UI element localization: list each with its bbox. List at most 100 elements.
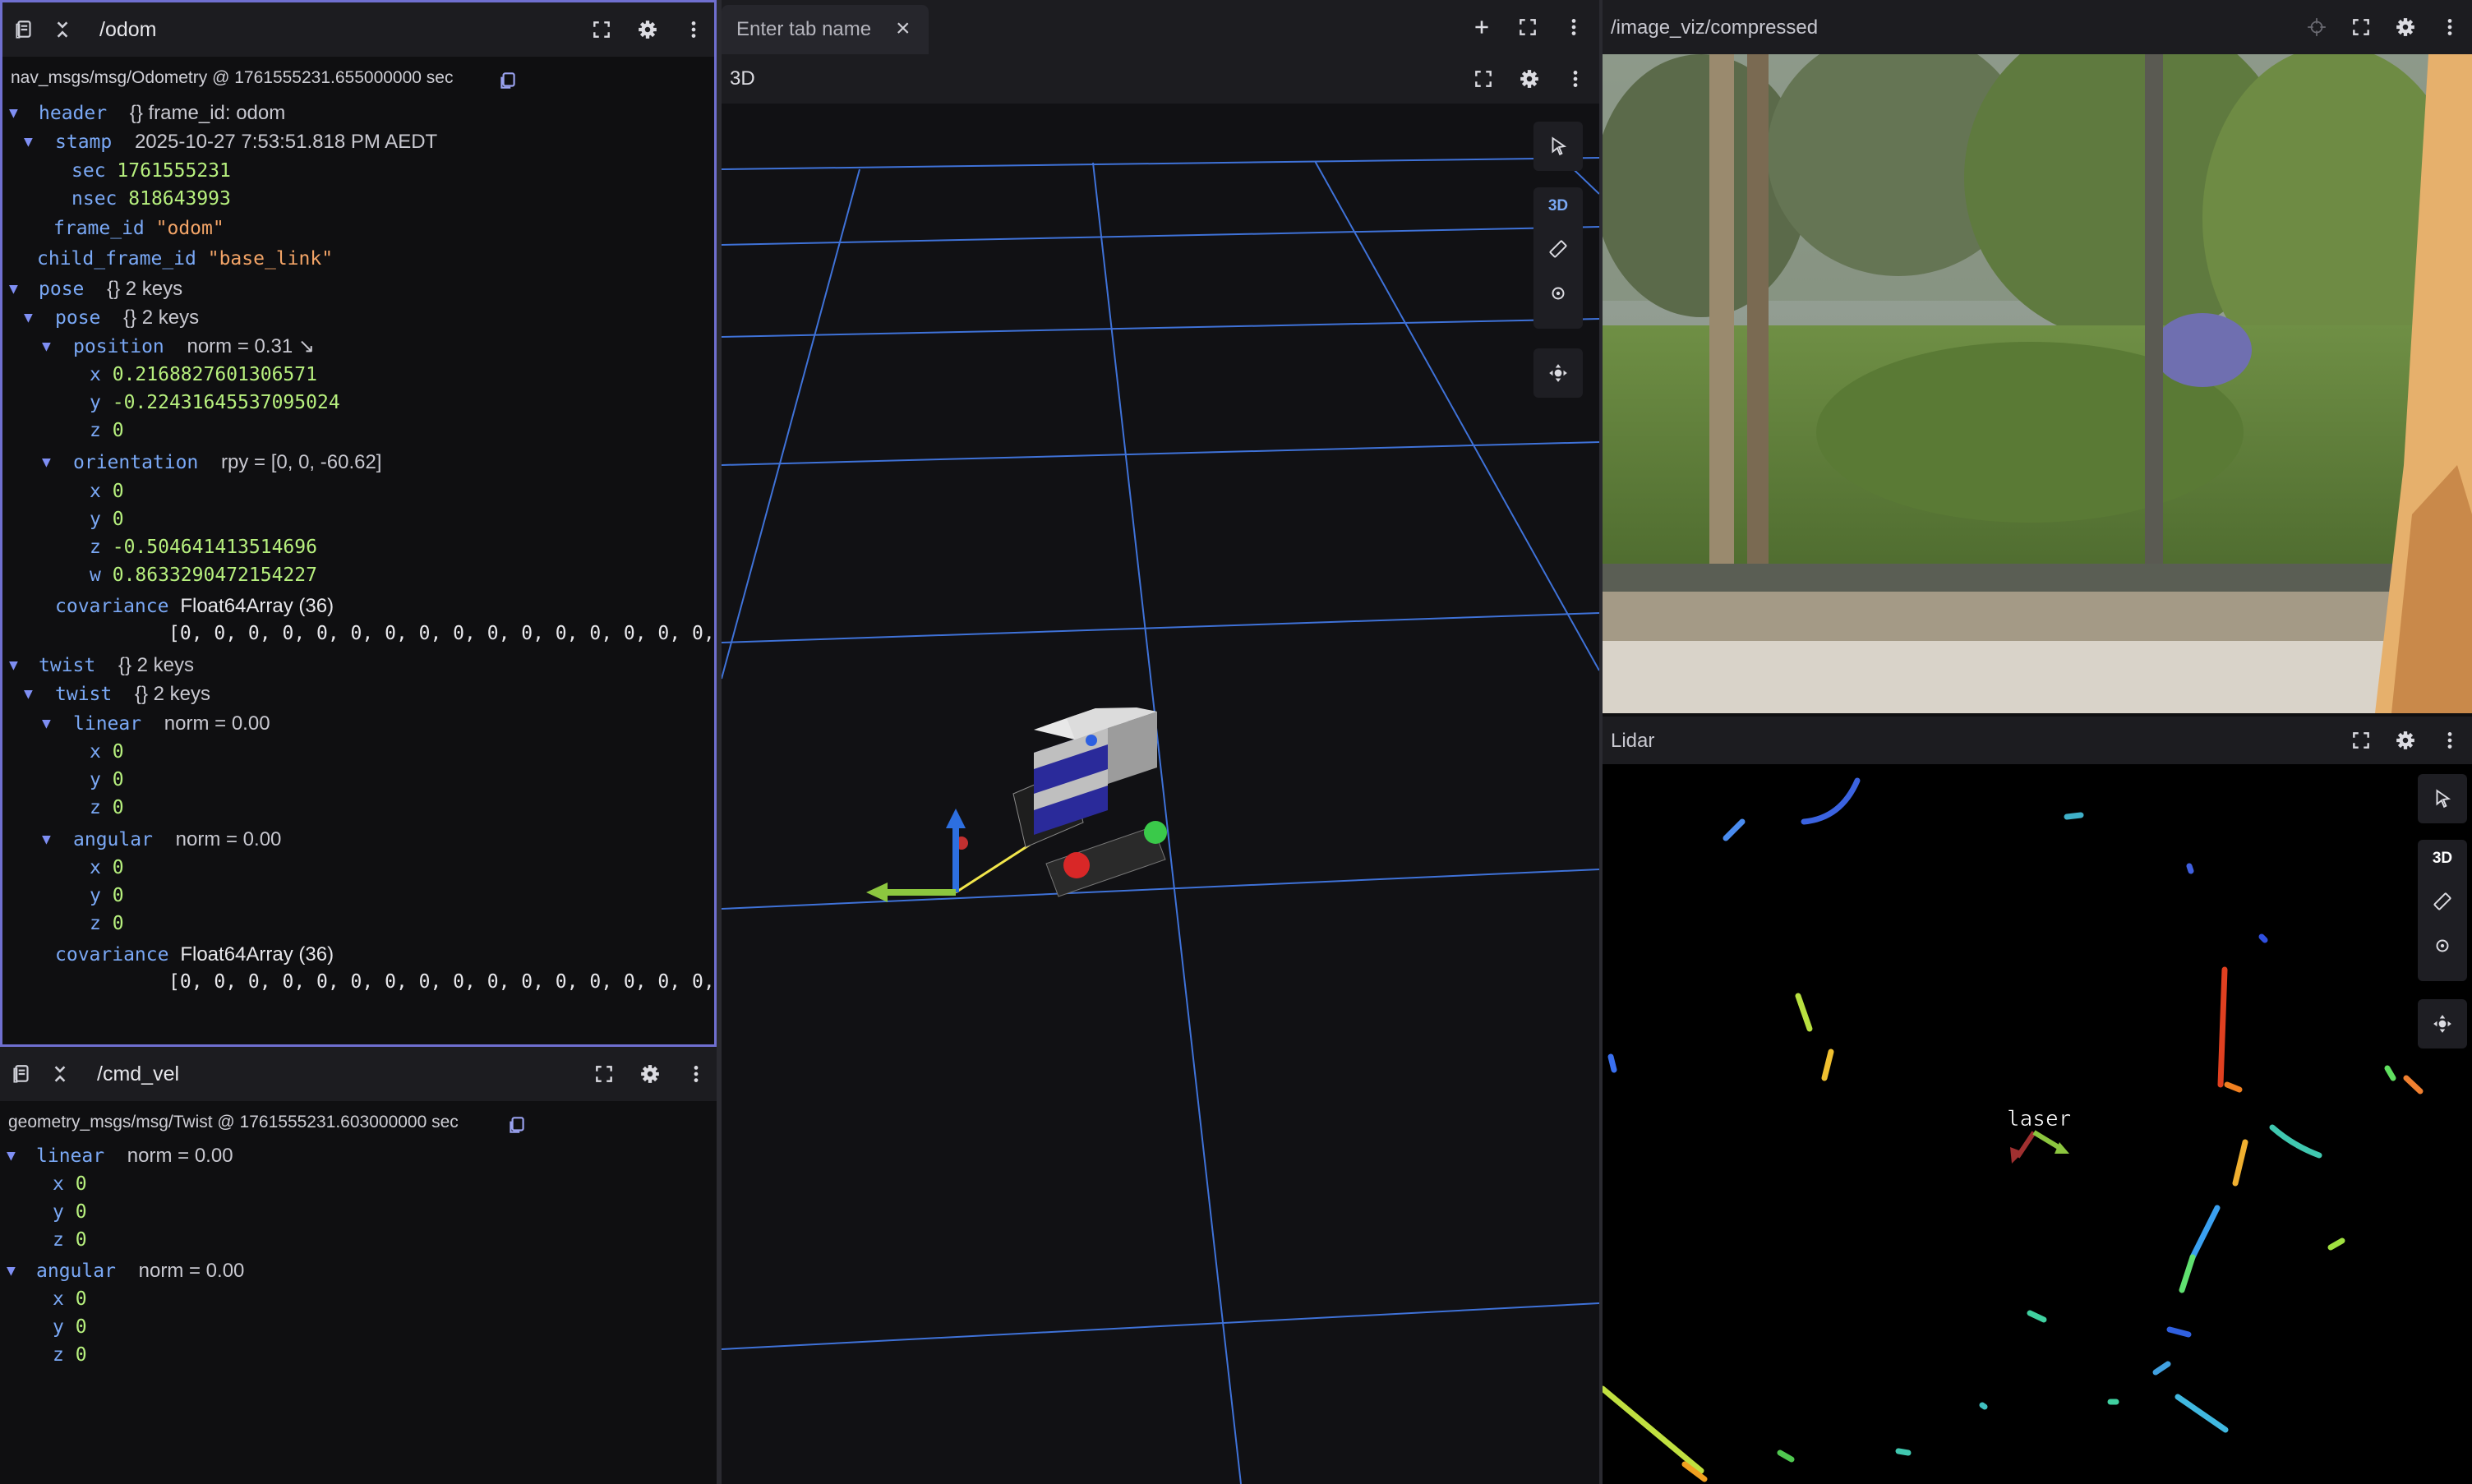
3d-viewport[interactable]: [722, 104, 1599, 1484]
tree-row-child-frame-id: child_frame_id "base_link": [37, 248, 334, 270]
tree-row-linear[interactable]: ▼ linear norm = 0.00: [42, 710, 270, 738]
image-toolbar-actions: [2306, 0, 2460, 54]
lidar-camera-toolbar: [2418, 999, 2467, 1048]
tree-row-position-z: z 0: [90, 420, 124, 441]
tree-row-orientation-w: w 0.8633290472154227: [90, 565, 317, 586]
tab-bar-actions: [1471, 0, 1584, 54]
tree-row-linear-x: x 0: [53, 1173, 87, 1195]
tab-name-input[interactable]: Enter tab name: [736, 18, 871, 41]
tree-row-angular-x: x 0: [90, 857, 124, 878]
fullscreen-icon[interactable]: [2350, 16, 2372, 38]
lidar-panel-title: Lidar: [1611, 730, 1655, 752]
expand-caret-icon[interactable]: ▼: [42, 826, 51, 854]
image-toolbar: /image_viz/compressed: [1603, 0, 2472, 54]
select-cursor-icon[interactable]: [2432, 788, 2453, 809]
ruler-measure-icon[interactable]: [2432, 891, 2453, 912]
cmd-vel-message-tree: ▼ linear norm = 0.00 x 0 y 0 z 0 ▼ angular…: [0, 1047, 717, 1484]
tree-row-angular-z: z 0: [90, 913, 124, 934]
lidar-toolbar: Lidar: [1603, 717, 2472, 764]
lidar-viewport[interactable]: laser: [1603, 764, 2472, 1484]
expand-caret-icon[interactable]: ▼: [42, 449, 51, 477]
close-tab-icon[interactable]: ×: [896, 15, 911, 43]
tree-row-orientation[interactable]: ▼ orientation rpy = [0, 0, -60.62]: [42, 449, 381, 477]
crosshair-icon[interactable]: [2306, 16, 2327, 38]
lidar-toolbar-actions: [2350, 717, 2460, 764]
tree-row-pose-inner[interactable]: ▼ pose {} 2 keys: [24, 304, 199, 332]
expand-caret-icon[interactable]: ▼: [42, 710, 51, 738]
expand-caret-icon[interactable]: ▼: [24, 304, 33, 332]
tree-row-position-y: y -0.22431645537095024: [90, 392, 340, 413]
expand-caret-icon[interactable]: ▼: [7, 1257, 16, 1285]
tree-row-sec: sec 1761555231: [71, 160, 231, 182]
tab-panel: Enter tab name × 3D 3D: [722, 0, 1599, 1484]
expand-caret-icon[interactable]: ▼: [9, 275, 18, 303]
lidar-view-toolbar: 3D: [2418, 840, 2467, 981]
more-menu-icon[interactable]: [2439, 730, 2460, 751]
tree-row-linear-z: z 0: [90, 797, 124, 818]
expand-caret-icon[interactable]: ▼: [24, 680, 33, 708]
tree-row-header[interactable]: ▼ header {} frame_id: odom: [9, 99, 285, 127]
publish-point-icon[interactable]: [1547, 283, 1569, 304]
tree-row-frame-id: frame_id "odom": [53, 218, 224, 239]
tree-row-position[interactable]: ▼ position norm = 0.31 ↘: [42, 333, 315, 361]
camera-follow-icon[interactable]: [1547, 362, 1569, 384]
expand-caret-icon[interactable]: ▼: [42, 333, 51, 361]
tree-row-linear-y: y 0: [53, 1201, 87, 1223]
settings-gear-icon[interactable]: [1519, 68, 1540, 90]
more-menu-icon[interactable]: [1563, 16, 1584, 38]
expand-caret-icon[interactable]: ▼: [9, 652, 18, 680]
lidar-interaction-toolbar: [2418, 774, 2467, 823]
ground-grid: [722, 155, 1599, 1484]
tree-row-angular-z: z 0: [53, 1344, 87, 1366]
image-topic-title[interactable]: /image_viz/compressed: [1611, 16, 1818, 39]
tree-row-angular-x: x 0: [53, 1288, 87, 1310]
3d-interaction-toolbar: [1533, 122, 1583, 171]
3d-panel-title: 3D: [730, 67, 755, 90]
tree-row-stamp[interactable]: ▼ stamp 2025-10-27 7:53:51.818 PM AEDT: [24, 128, 437, 156]
settings-gear-icon[interactable]: [2395, 16, 2416, 38]
laser-frame-label: laser: [2007, 1107, 2071, 1131]
tree-row-twist-inner[interactable]: ▼ twist {} 2 keys: [24, 680, 210, 708]
select-cursor-icon[interactable]: [1547, 136, 1569, 157]
image-panel: /image_viz/compressed: [1603, 0, 2472, 713]
tree-row-pose[interactable]: ▼ pose {} 2 keys: [9, 275, 182, 303]
more-menu-icon[interactable]: [2439, 16, 2460, 38]
settings-gear-icon[interactable]: [2395, 730, 2416, 751]
tree-row-linear-y: y 0: [90, 769, 124, 790]
expand-caret-icon[interactable]: ▼: [9, 99, 18, 127]
odom-message-tree: ▼ header {} frame_id: odom ▼ stamp 2025-10…: [2, 2, 715, 1044]
ruler-measure-icon[interactable]: [1547, 238, 1569, 260]
laser-frame-axes: [2010, 1130, 2069, 1164]
3d-mode-toggle[interactable]: 3D: [1548, 197, 1568, 215]
tree-row-linear-z: z 0: [53, 1229, 87, 1251]
expand-caret-icon[interactable]: ▼: [24, 128, 33, 156]
3d-camera-toolbar: [1533, 348, 1583, 398]
tab-active[interactable]: Enter tab name ×: [722, 5, 929, 54]
tree-row-angular-y: y 0: [90, 885, 124, 906]
tree-row-angular[interactable]: ▼ angular norm = 0.00: [42, 826, 281, 854]
tree-row-linear-x: x 0: [90, 741, 124, 763]
3d-toolbar-actions: [1473, 54, 1586, 104]
camera-image: [1603, 54, 2472, 713]
tree-row-angular[interactable]: ▼ angular norm = 0.00: [7, 1257, 244, 1285]
3d-mode-toggle[interactable]: 3D: [2433, 850, 2452, 868]
tree-row-twist-covariance: covariance Float64Array (36): [55, 943, 334, 966]
fullscreen-icon[interactable]: [1473, 68, 1494, 90]
add-tab-icon[interactable]: [1471, 16, 1492, 38]
expand-caret-icon[interactable]: ▼: [7, 1142, 16, 1170]
tree-row-covariance-values: [0, 0, 0, 0, 0, 0, 0, 0, 0, 0, 0, 0, 0, …: [168, 623, 715, 644]
tree-row-nsec: nsec 818643993: [71, 188, 231, 210]
tree-row-orientation-x: x 0: [90, 481, 124, 502]
cmd-vel-panel: /cmd_vel geometry_msgs/msg/Twist @ 17615…: [0, 1047, 717, 1484]
tab-bar: Enter tab name ×: [722, 0, 1599, 54]
tree-row-position-x: x 0.2168827601306571: [90, 364, 317, 385]
more-menu-icon[interactable]: [1565, 68, 1586, 90]
tree-row-linear[interactable]: ▼ linear norm = 0.00: [7, 1142, 233, 1170]
publish-point-icon[interactable]: [2432, 935, 2453, 956]
fullscreen-icon[interactable]: [1517, 16, 1538, 38]
3d-toolbar: 3D: [722, 54, 1599, 104]
tree-row-twist[interactable]: ▼ twist {} 2 keys: [9, 652, 194, 680]
fullscreen-icon[interactable]: [2350, 730, 2372, 751]
odom-panel: /odom nav_msgs/msg/Odometry @ 1761555231…: [0, 0, 717, 1047]
camera-follow-icon[interactable]: [2432, 1013, 2453, 1035]
